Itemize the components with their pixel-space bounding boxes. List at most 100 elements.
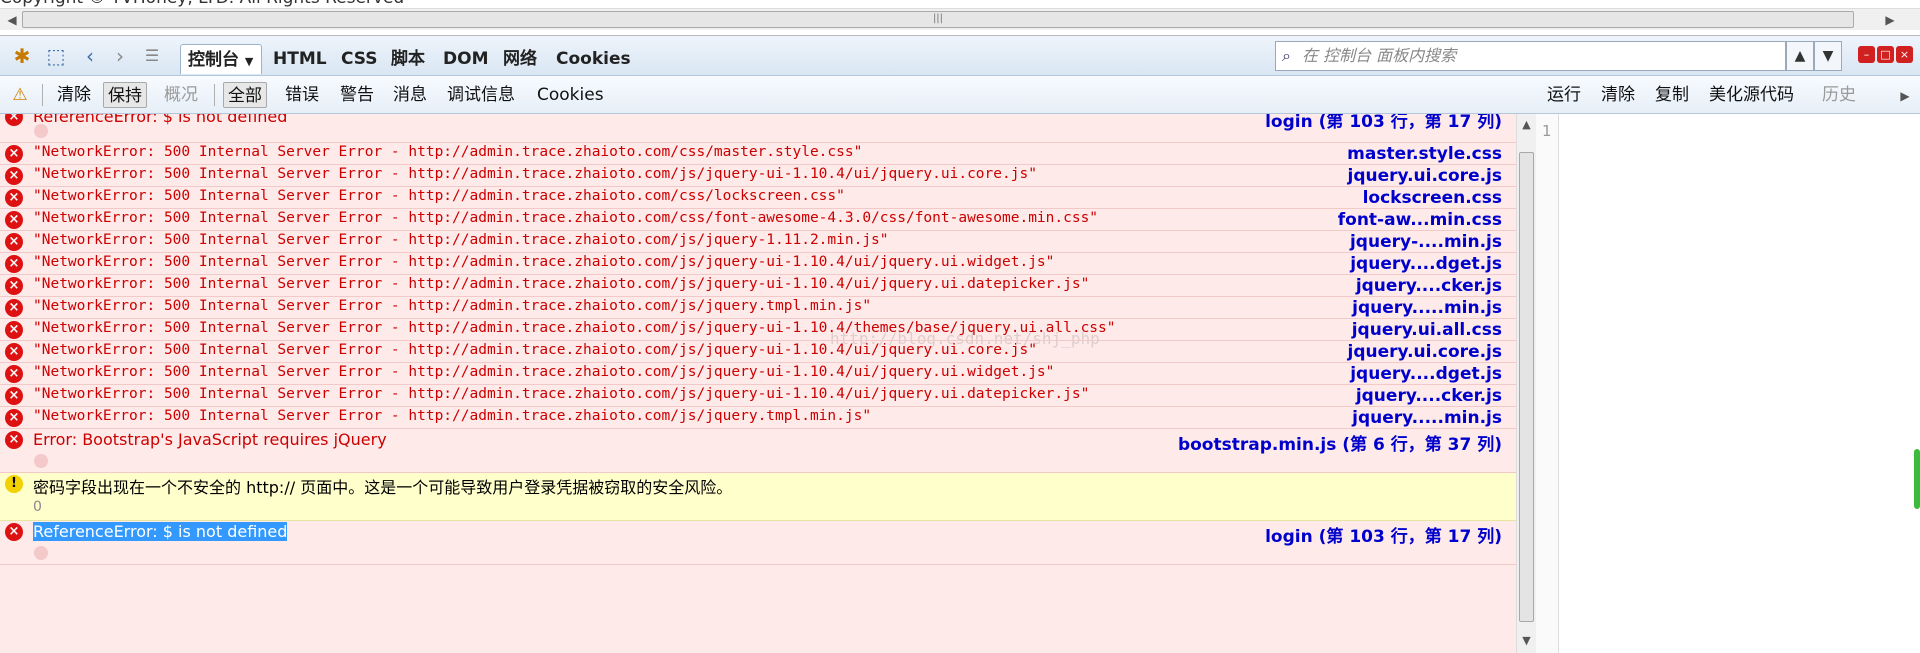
log-message[interactable]: "NetworkError: 500 Internal Server Error… xyxy=(33,144,862,160)
side-grip-handle[interactable] xyxy=(1914,449,1920,509)
scroll-right-arrow-icon[interactable]: ▶ xyxy=(1880,11,1900,29)
log-error-row[interactable]: × "NetworkError: 500 Internal Server Erro… xyxy=(0,297,1516,319)
log-error-row[interactable]: × "NetworkError: 500 Internal Server Erro… xyxy=(0,187,1516,209)
editor-clear-button[interactable]: 清除 xyxy=(1597,82,1639,108)
expand-toggle-icon[interactable] xyxy=(34,546,48,560)
tab-dom[interactable]: DOM xyxy=(443,44,488,74)
persist-button[interactable]: 保持 xyxy=(103,82,147,108)
inspect-element-icon[interactable]: ⬚ xyxy=(44,44,68,68)
horizontal-scroll-thumb[interactable]: ||| xyxy=(22,11,1854,28)
log-source-link[interactable]: login (第 103 行，第 17 列) xyxy=(1265,522,1502,547)
log-error-row[interactable]: × "NetworkError: 500 Internal Server Erro… xyxy=(0,385,1516,407)
horizontal-scrollbar[interactable]: ◀ ||| ▶ xyxy=(0,8,1920,30)
log-source-link[interactable]: font-aw...min.css xyxy=(1338,210,1502,230)
log-error-row[interactable]: × "NetworkError: 500 Internal Server Erro… xyxy=(0,253,1516,275)
log-message[interactable]: "NetworkError: 500 Internal Server Error… xyxy=(33,254,1054,270)
log-message[interactable]: "NetworkError: 500 Internal Server Error… xyxy=(33,188,845,204)
log-source-link[interactable]: lockscreen.css xyxy=(1363,188,1502,208)
scroll-left-arrow-icon[interactable]: ◀ xyxy=(2,11,22,29)
log-error-row[interactable]: × Error: Bootstrap's JavaScript requires … xyxy=(0,429,1516,473)
log-message[interactable]: "NetworkError: 500 Internal Server Error… xyxy=(33,166,1037,182)
expand-arrow-icon[interactable]: ▶ xyxy=(1893,84,1917,108)
log-message[interactable]: "NetworkError: 500 Internal Server Error… xyxy=(33,320,1116,336)
log-message[interactable]: ReferenceError: $ is not defined xyxy=(33,522,288,541)
forward-arrow-icon[interactable]: › xyxy=(108,44,132,68)
search-prev-button[interactable]: ▲ xyxy=(1786,41,1814,71)
filter-warnings-button[interactable]: 警告 xyxy=(336,82,378,108)
expand-toggle-icon[interactable] xyxy=(34,454,48,468)
log-error-row[interactable]: × "NetworkError: 500 Internal Server Erro… xyxy=(0,407,1516,429)
log-error-row[interactable]: × "NetworkError: 500 Internal Server Erro… xyxy=(0,319,1516,341)
console-toolbar: ⚠ 清除 保持 概况 全部 错误 警告 消息 调试信息 Cookies 运行 清… xyxy=(0,76,1920,114)
log-source-link[interactable]: jquery....cker.js xyxy=(1356,386,1502,406)
copy-button[interactable]: 复制 xyxy=(1651,82,1693,108)
log-source-link[interactable]: jquery-....min.js xyxy=(1350,232,1502,252)
back-arrow-icon[interactable]: ‹ xyxy=(78,44,102,68)
log-warning-row[interactable]: ! 密码字段出现在一个不安全的 http:// 页面中。这是一个可能导致用户登录凭… xyxy=(0,473,1516,521)
command-line-icon[interactable]: ☰ xyxy=(140,44,164,68)
filter-cookies-button[interactable]: Cookies xyxy=(533,82,608,108)
close-icon[interactable]: × xyxy=(1896,46,1913,63)
log-source-link[interactable]: jquery.....min.js xyxy=(1352,408,1502,428)
run-button[interactable]: 运行 xyxy=(1543,82,1585,108)
vertical-scrollbar[interactable]: ▲ ▼ xyxy=(1516,114,1536,653)
search-next-button[interactable]: ▼ xyxy=(1814,41,1842,71)
expand-toggle-icon[interactable] xyxy=(34,124,48,138)
filter-errors-button[interactable]: 错误 xyxy=(281,82,323,108)
log-source-link[interactable]: jquery.ui.all.css xyxy=(1352,320,1502,340)
tab-html[interactable]: HTML xyxy=(273,44,327,74)
filter-info-button[interactable]: 消息 xyxy=(389,82,431,108)
log-source-link[interactable]: jquery.....min.js xyxy=(1352,298,1502,318)
filter-debug-button[interactable]: 调试信息 xyxy=(443,82,519,108)
log-error-row[interactable]: × "NetworkError: 500 Internal Server Erro… xyxy=(0,209,1516,231)
log-message[interactable]: "NetworkError: 500 Internal Server Error… xyxy=(33,298,871,314)
log-error-row[interactable]: × ReferenceError: $ is not defined login (… xyxy=(0,521,1516,565)
pretty-print-button[interactable]: 美化源代码 xyxy=(1705,82,1798,108)
history-button[interactable]: 历史 xyxy=(1818,82,1860,108)
log-source-link[interactable]: jquery.ui.core.js xyxy=(1348,166,1502,186)
log-message[interactable]: 密码字段出现在一个不安全的 http:// 页面中。这是一个可能导致用户登录凭据… xyxy=(33,474,732,498)
profile-button[interactable]: 概况 xyxy=(160,82,202,108)
tab-network[interactable]: 网络 xyxy=(503,44,537,74)
tab-cookies[interactable]: Cookies xyxy=(556,44,631,74)
log-message[interactable]: "NetworkError: 500 Internal Server Error… xyxy=(33,276,1089,292)
log-error-row[interactable]: × "NetworkError: 500 Internal Server Erro… xyxy=(0,143,1516,165)
tab-console[interactable]: 控制台 ▼ xyxy=(180,44,262,74)
log-message[interactable]: "NetworkError: 500 Internal Server Error… xyxy=(33,386,1089,402)
scroll-up-arrow-icon[interactable]: ▲ xyxy=(1517,118,1536,131)
log-error-row[interactable]: × "NetworkError: 500 Internal Server Erro… xyxy=(0,363,1516,385)
tab-script[interactable]: 脚本 xyxy=(391,44,425,74)
log-source-link[interactable]: login (第 103 行，第 17 列) xyxy=(1265,114,1502,132)
command-editor[interactable]: 1 xyxy=(1536,114,1920,653)
console-search-input[interactable]: ⌕ 在 控制台 面板内搜索 xyxy=(1275,41,1786,71)
log-error-row[interactable]: × "NetworkError: 500 Internal Server Erro… xyxy=(0,275,1516,297)
log-source-link[interactable]: jquery....cker.js xyxy=(1356,276,1502,296)
log-message[interactable]: "NetworkError: 500 Internal Server Error… xyxy=(33,342,1037,358)
log-source-link[interactable]: jquery....dget.js xyxy=(1350,364,1502,384)
log-message[interactable]: "NetworkError: 500 Internal Server Error… xyxy=(33,364,1054,380)
firebug-bug-icon[interactable]: ✱ xyxy=(10,44,34,68)
log-source-link[interactable]: jquery....dget.js xyxy=(1350,254,1502,274)
log-source-link[interactable]: jquery.ui.core.js xyxy=(1348,342,1502,362)
scroll-down-arrow-icon[interactable]: ▼ xyxy=(1517,634,1536,647)
log-error-row[interactable]: × ReferenceError: $ is not defined login (… xyxy=(0,114,1516,143)
log-message[interactable]: ReferenceError: $ is not defined xyxy=(33,114,287,126)
breakpoint-icon[interactable]: ⚠ xyxy=(8,83,32,107)
log-error-row[interactable]: × "NetworkError: 500 Internal Server Erro… xyxy=(0,231,1516,253)
log-message[interactable]: "NetworkError: 500 Internal Server Error… xyxy=(33,232,889,248)
log-error-row[interactable]: × "NetworkError: 500 Internal Server Erro… xyxy=(0,341,1516,363)
filter-all-button[interactable]: 全部 xyxy=(223,82,267,108)
log-message[interactable]: "NetworkError: 500 Internal Server Error… xyxy=(33,210,1098,226)
clear-button[interactable]: 清除 xyxy=(53,82,95,108)
error-icon: × xyxy=(5,114,23,126)
log-source-link[interactable]: bootstrap.min.js (第 6 行，第 37 列) xyxy=(1178,430,1502,455)
console-log: http://blog.csdn.net/shj_php × ReferenceE… xyxy=(0,114,1516,653)
detach-icon[interactable]: □ xyxy=(1877,46,1894,63)
minimize-icon[interactable]: – xyxy=(1858,46,1875,63)
log-message[interactable]: "NetworkError: 500 Internal Server Error… xyxy=(33,408,871,424)
log-message[interactable]: Error: Bootstrap's JavaScript requires j… xyxy=(33,430,387,449)
log-error-row[interactable]: × "NetworkError: 500 Internal Server Erro… xyxy=(0,165,1516,187)
log-source-link[interactable]: master.style.css xyxy=(1347,144,1502,164)
tab-css[interactable]: CSS xyxy=(341,44,378,74)
vertical-scroll-thumb[interactable] xyxy=(1519,152,1534,622)
